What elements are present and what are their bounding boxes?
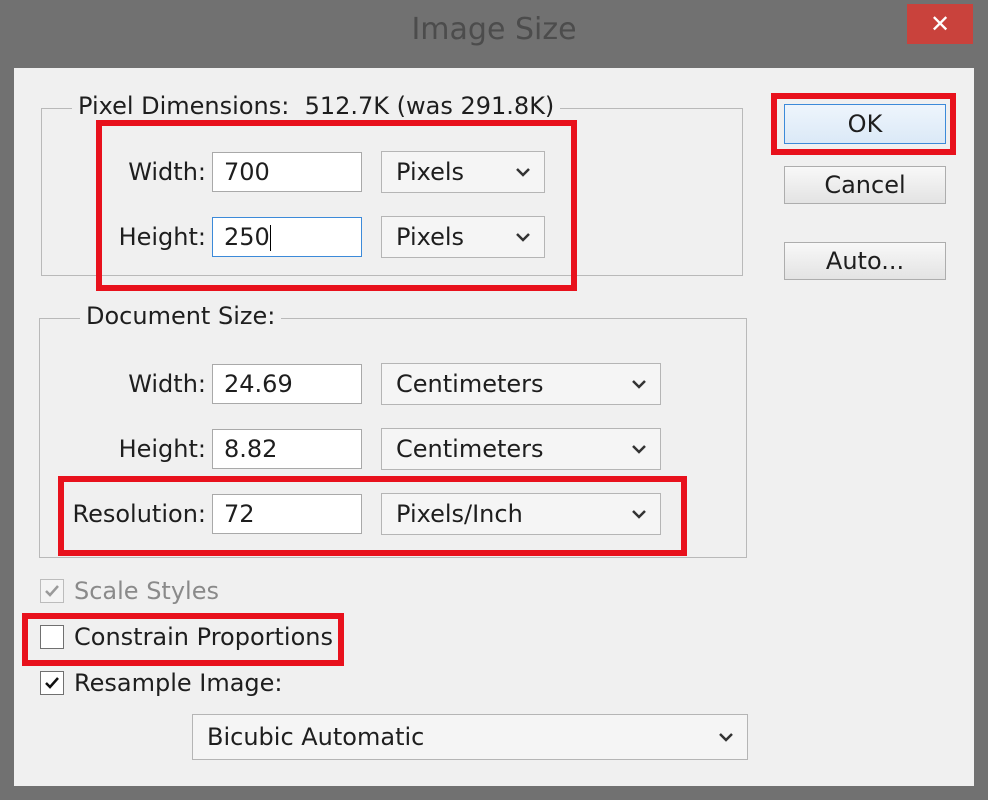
doc-width-unit-select[interactable]: Centimeters [381, 363, 661, 405]
pixel-dimensions-legend: Pixel Dimensions: 512.7K (was 291.8K) [72, 92, 561, 120]
doc-height-input[interactable]: 8.82 [212, 429, 362, 469]
doc-height-unit-value: Centimeters [396, 435, 544, 463]
chevron-down-icon [632, 380, 646, 389]
doc-width-label: Width: [128, 370, 206, 398]
highlight-constrain-proportions [22, 613, 344, 666]
highlight-resolution [58, 476, 687, 556]
doc-height-unit-select[interactable]: Centimeters [381, 428, 661, 470]
close-button[interactable]: ✕ [907, 4, 973, 44]
pixel-dimensions-size-info: 512.7K (was 291.8K) [304, 92, 555, 120]
document-size-legend: Document Size: [80, 302, 282, 330]
resample-method-select[interactable]: Bicubic Automatic [192, 714, 748, 760]
highlight-pixel-dimensions [96, 120, 577, 291]
dialog-content: Pixel Dimensions: 512.7K (was 291.8K) Wi… [14, 68, 974, 786]
resample-image-checkbox[interactable] [40, 671, 64, 695]
auto-button[interactable]: Auto... [784, 242, 946, 280]
doc-width-unit-value: Centimeters [396, 370, 544, 398]
chevron-down-icon [632, 445, 646, 454]
checkmark-icon [45, 585, 59, 597]
highlight-ok-button [771, 93, 956, 155]
close-icon: ✕ [929, 10, 951, 38]
doc-width-input[interactable]: 24.69 [212, 364, 362, 404]
image-size-dialog: Image Size ✕ Pixel Dimensions: 512.7K (w… [0, 0, 988, 800]
chevron-down-icon [719, 733, 733, 742]
resample-image-label: Resample Image: [74, 669, 283, 697]
checkmark-icon [45, 677, 59, 689]
cancel-button[interactable]: Cancel [784, 166, 946, 204]
scale-styles-label: Scale Styles [74, 577, 219, 605]
doc-height-label: Height: [118, 435, 206, 463]
resample-method-value: Bicubic Automatic [207, 723, 425, 751]
dialog-title: Image Size [411, 12, 577, 47]
title-bar[interactable]: Image Size ✕ [0, 0, 988, 68]
pixel-dimensions-label: Pixel Dimensions: [78, 92, 290, 120]
scale-styles-checkbox[interactable] [40, 579, 64, 603]
